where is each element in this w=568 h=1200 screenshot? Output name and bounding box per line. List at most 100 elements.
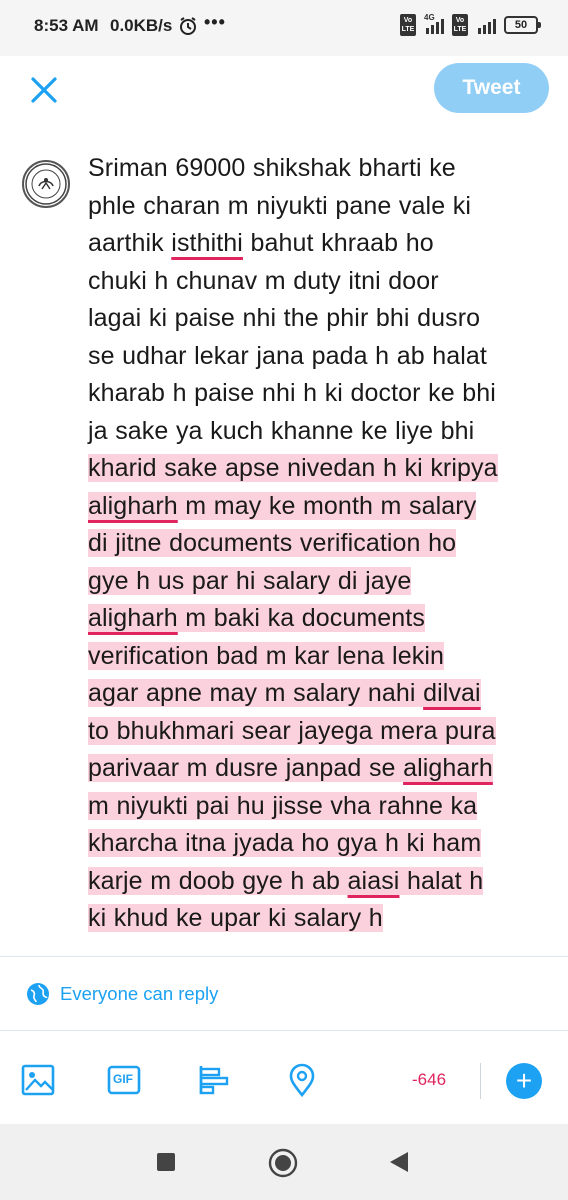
line-content: aarthik isthithi bahut khraab ho bbox=[88, 229, 434, 257]
tweet-text-line: ja sake ya kuch khanne ke liye bhi bbox=[80, 413, 550, 451]
text-segment: m may ke month m salary bbox=[177, 491, 477, 520]
text-segment: phle charan m niyukti pane vale ki bbox=[88, 191, 471, 220]
overflow-highlight: aligharh m may ke month m salary bbox=[88, 491, 477, 520]
text-segment: ja sake ya kuch khanne ke liye bhi bbox=[88, 416, 475, 445]
text-segment: halat h bbox=[399, 866, 484, 895]
home-circle-icon[interactable] bbox=[268, 1148, 298, 1183]
text-segment: gye h us par hi salary di jaye bbox=[88, 566, 412, 595]
tweet-text-line: Sriman 69000 shikshak bharti ke bbox=[80, 150, 550, 188]
text-segment: parivaar m dusre janpad se bbox=[88, 754, 404, 782]
overflow-highlight: kharcha itna jyada ho gya h ki ham bbox=[88, 829, 482, 857]
tweet-text-line: kharcha itna jyada ho gya h ki ham bbox=[80, 825, 550, 863]
tweet-text: Sriman 69000 shikshak bharti ke phle char… bbox=[80, 150, 550, 938]
overflow-highlight: karje m doob gye h ab aiasi halat h bbox=[88, 866, 484, 895]
divider bbox=[0, 1030, 568, 1031]
tweet-text-line: ki khud ke upar ki salary h bbox=[80, 900, 550, 938]
text-segment: Sriman 69000 shikshak bharti ke bbox=[88, 154, 456, 182]
tweet-button[interactable]: Tweet bbox=[434, 63, 549, 113]
overflow-highlight: aligharh m baki ka documents bbox=[88, 604, 425, 632]
alarm-icon bbox=[178, 16, 198, 41]
status-bar: 8:53 AM 0.0KB/s ••• Vo LTE 4G Vo LTE 50 bbox=[0, 0, 568, 56]
overflow-highlight: parivaar m dusre janpad se aligharh bbox=[88, 754, 493, 782]
poll-icon[interactable] bbox=[196, 1062, 232, 1098]
more-notifications-icon: ••• bbox=[204, 12, 226, 32]
text-segment: m niyukti pai hu jisse vha rahne ka bbox=[88, 791, 478, 820]
text-segment: di jitne documents verification ho bbox=[88, 529, 457, 557]
recents-square-icon[interactable] bbox=[156, 1152, 176, 1177]
battery-icon: 50 bbox=[504, 16, 541, 34]
misspelled-word: aligharh bbox=[403, 754, 493, 782]
tweet-text-line: chuki h chunav m duty itni door bbox=[80, 263, 550, 301]
misspelled-word: aiasi bbox=[347, 866, 400, 895]
overflow-highlight: kharid sake apse nivedan h ki kripya bbox=[88, 454, 498, 482]
overflow-highlight: to bhukhmari sear jayega mera pura bbox=[88, 716, 496, 745]
text-segment: m baki ka documents bbox=[177, 604, 425, 632]
line-content: se udhar lekar jana pada h ab halat bbox=[88, 342, 487, 370]
tweet-text-line: kharid sake apse nivedan h ki kripya bbox=[80, 450, 550, 488]
character-counter: -646 bbox=[412, 1070, 447, 1089]
status-time: 8:53 AM bbox=[34, 16, 99, 35]
tweet-text-line: di jitne documents verification ho bbox=[80, 525, 550, 563]
misspelled-word: aligharh bbox=[88, 604, 178, 632]
tweet-text-line: agar apne may m salary nahi dilvai bbox=[80, 675, 550, 713]
system-nav-bar bbox=[0, 1124, 568, 1200]
text-segment: ki khud ke upar ki salary h bbox=[88, 904, 383, 932]
volte-icon-2: Vo LTE bbox=[452, 14, 468, 36]
add-tweet-button[interactable]: + bbox=[506, 1063, 542, 1099]
text-segment: lagai ki paise nhi the phir bhi dusro bbox=[88, 304, 481, 332]
tweet-text-line: aligharh m baki ka documents bbox=[80, 600, 550, 638]
tweet-text-line: aarthik isthithi bahut khraab ho bbox=[80, 225, 550, 263]
tweet-textarea[interactable]: Sriman 69000 shikshak bharti ke phle char… bbox=[80, 150, 550, 956]
image-icon[interactable] bbox=[20, 1062, 56, 1098]
tweet-text-line: gye h us par hi salary di jaye bbox=[80, 563, 550, 601]
location-icon[interactable] bbox=[284, 1062, 320, 1098]
signal-strength-icon: 4G bbox=[422, 13, 446, 36]
reply-setting-button[interactable]: Everyone can reply bbox=[26, 982, 218, 1006]
tweet-text-line: verification bad m kar lena lekin bbox=[80, 638, 550, 676]
tweet-text-line: se udhar lekar jana pada h ab halat bbox=[80, 338, 550, 376]
gif-label: GIF bbox=[113, 1072, 133, 1086]
line-content: lagai ki paise nhi the phir bhi dusro bbox=[88, 304, 480, 332]
overflow-highlight: gye h us par hi salary di jaye bbox=[88, 566, 412, 595]
text-segment: karje m doob gye h ab bbox=[88, 866, 348, 895]
avatar[interactable] bbox=[22, 160, 70, 208]
text-segment: chuki h chunav m duty itni door bbox=[88, 266, 439, 295]
line-content: chuki h chunav m duty itni door bbox=[88, 267, 439, 295]
close-icon bbox=[31, 77, 57, 103]
text-segment: verification bad m kar lena lekin bbox=[88, 641, 444, 670]
tweet-text-line: aligharh m may ke month m salary bbox=[80, 488, 550, 526]
back-triangle-icon[interactable] bbox=[388, 1151, 410, 1178]
close-button[interactable] bbox=[24, 70, 64, 110]
signal-strength-icon-2 bbox=[474, 14, 498, 36]
overflow-highlight: verification bad m kar lena lekin bbox=[88, 641, 444, 670]
divider bbox=[0, 956, 568, 957]
text-segment: se udhar lekar jana pada h ab halat bbox=[88, 341, 487, 370]
text-segment: to bhukhmari sear jayega mera pura bbox=[88, 716, 496, 745]
overflow-highlight: agar apne may m salary nahi dilvai bbox=[88, 679, 481, 707]
compose-toolbar: GIF bbox=[0, 1042, 568, 1118]
emblem-icon bbox=[25, 163, 67, 205]
text-segment: agar apne may m salary nahi bbox=[88, 679, 424, 707]
gif-icon[interactable]: GIF bbox=[106, 1062, 142, 1098]
line-content: kharab h paise nhi h ki doctor ke bhi bbox=[88, 379, 496, 407]
network-speed: 0.0KB/s bbox=[110, 16, 173, 35]
overflow-highlight: ki khud ke upar ki salary h bbox=[88, 904, 383, 932]
line-content: ja sake ya kuch khanne ke liye bhi bbox=[88, 417, 474, 445]
volte-icon: Vo LTE bbox=[400, 14, 416, 36]
text-segment: aarthik bbox=[88, 229, 172, 257]
status-indicators: Vo LTE 4G Vo LTE 50 bbox=[400, 13, 541, 36]
tweet-text-line: m niyukti pai hu jisse vha rahne ka bbox=[80, 788, 550, 826]
text-segment: kharab h paise nhi h ki doctor ke bhi bbox=[88, 379, 496, 407]
misspelled-word: aligharh bbox=[88, 491, 178, 520]
overflow-highlight: m niyukti pai hu jisse vha rahne ka bbox=[88, 791, 478, 820]
misspelled-word: dilvai bbox=[423, 679, 481, 707]
line-content: phle charan m niyukti pane vale ki bbox=[88, 192, 471, 220]
tweet-text-line: to bhukhmari sear jayega mera pura bbox=[80, 713, 550, 751]
tweet-text-line: phle charan m niyukti pane vale ki bbox=[80, 188, 550, 226]
line-content: Sriman 69000 shikshak bharti ke bbox=[88, 154, 456, 182]
text-segment: kharid sake apse nivedan h ki kripya bbox=[88, 454, 498, 482]
tweet-text-line: lagai ki paise nhi the phir bhi dusro bbox=[80, 300, 550, 338]
tweet-text-line: kharab h paise nhi h ki doctor ke bhi bbox=[80, 375, 550, 413]
reply-setting-label: Everyone can reply bbox=[60, 983, 219, 1004]
tweet-text-line: karje m doob gye h ab aiasi halat h bbox=[80, 863, 550, 901]
